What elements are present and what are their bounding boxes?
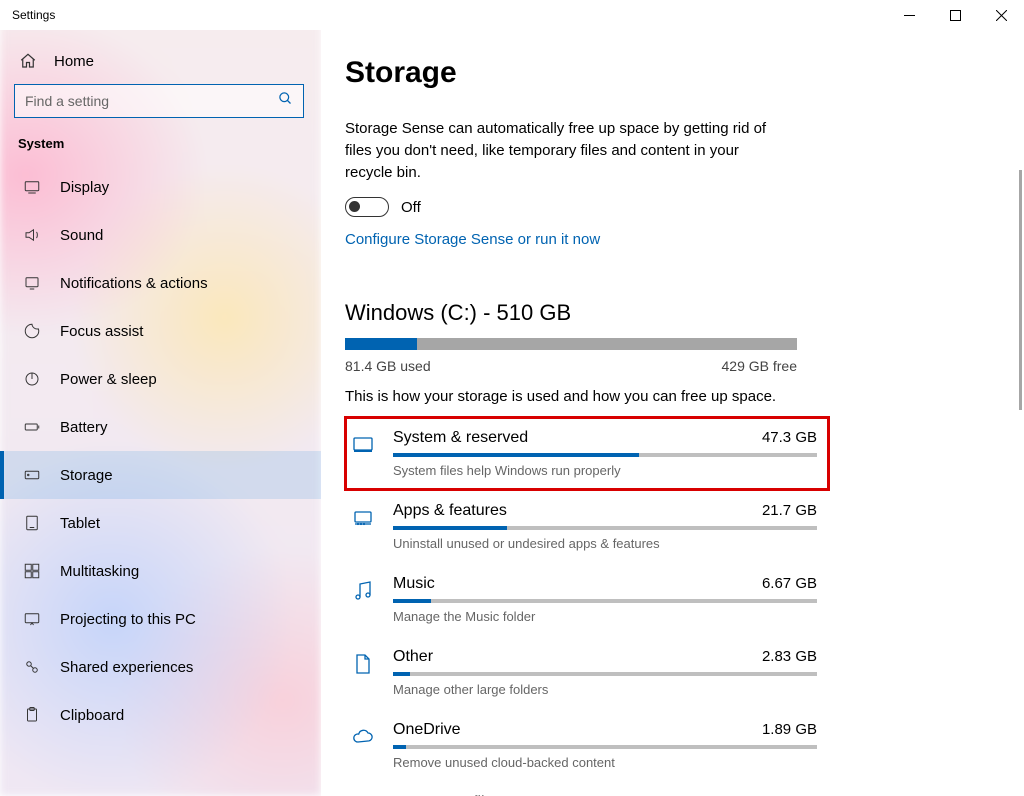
- onedrive-icon: [349, 723, 377, 751]
- drive-usage-bar: [345, 338, 797, 350]
- category-subtitle: Remove unused cloud-backed content: [393, 755, 817, 770]
- category-title: Other: [393, 648, 433, 666]
- category-size: 6.67 GB: [762, 575, 817, 592]
- sidebar-item-sound[interactable]: Sound: [0, 211, 321, 259]
- storage-sense-description: Storage Sense can automatically free up …: [345, 118, 775, 183]
- sidebar-item-label: Storage: [60, 467, 113, 484]
- storage-category-apps-features[interactable]: Apps & features 21.7 GB Uninstall unused o…: [345, 490, 829, 563]
- category-title: OneDrive: [393, 721, 461, 739]
- sidebar-item-projecting[interactable]: Projecting to this PC: [0, 595, 321, 643]
- category-subtitle: Manage other large folders: [393, 682, 817, 697]
- category-size: 1.89 GB: [762, 721, 817, 738]
- sidebar-item-display[interactable]: Display: [0, 163, 321, 211]
- sidebar-item-label: Display: [60, 179, 109, 196]
- clipboard-icon: [22, 705, 42, 725]
- category-title: System & reserved: [393, 429, 528, 447]
- category-bar: [393, 745, 817, 749]
- category-bar: [393, 599, 817, 603]
- drive-breakdown-description: This is how your storage is used and how…: [345, 388, 1024, 405]
- minimize-button[interactable]: [886, 0, 932, 30]
- page-title: Storage: [345, 56, 1024, 90]
- system-icon: [349, 431, 377, 459]
- display-icon: [22, 177, 42, 197]
- sidebar-item-clipboard[interactable]: Clipboard: [0, 691, 321, 739]
- storage-category-music[interactable]: Music 6.67 GB Manage the Music folder: [345, 563, 829, 636]
- storage-category-system-reserved[interactable]: System & reserved 47.3 GB System files hel…: [345, 417, 829, 490]
- sidebar-item-label: Multitasking: [60, 563, 139, 580]
- sidebar-item-storage[interactable]: Storage: [0, 451, 321, 499]
- sidebar-item-multitasking[interactable]: Multitasking: [0, 547, 321, 595]
- sidebar-item-power[interactable]: Power & sleep: [0, 355, 321, 403]
- search-icon: [278, 91, 293, 111]
- home-button[interactable]: Home: [0, 42, 321, 84]
- sidebar-item-label: Shared experiences: [60, 659, 193, 676]
- sidebar-item-label: Focus assist: [60, 323, 143, 340]
- sidebar-section-title: System: [0, 136, 321, 163]
- category-size: 2.83 GB: [762, 648, 817, 665]
- sidebar-item-label: Sound: [60, 227, 103, 244]
- category-subtitle: Manage the Music folder: [393, 609, 817, 624]
- sidebar-item-label: Projecting to this PC: [60, 611, 196, 628]
- search-input[interactable]: [14, 84, 304, 118]
- drive-title: Windows (C:) - 510 GB: [345, 300, 1024, 326]
- storage-icon: [22, 465, 42, 485]
- category-bar: [393, 526, 817, 530]
- category-title: Music: [393, 575, 435, 593]
- shared-icon: [22, 657, 42, 677]
- category-size: 47.3 GB: [762, 429, 817, 446]
- sidebar-item-tablet[interactable]: Tablet: [0, 499, 321, 547]
- tablet-icon: [22, 513, 42, 533]
- sidebar-item-battery[interactable]: Battery: [0, 403, 321, 451]
- sidebar-item-label: Clipboard: [60, 707, 124, 724]
- configure-storage-sense-link[interactable]: Configure Storage Sense or run it now: [345, 231, 600, 248]
- power-icon: [22, 369, 42, 389]
- music-icon: [349, 577, 377, 605]
- storage-category-onedrive[interactable]: OneDrive 1.89 GB Remove unused cloud-backe…: [345, 709, 829, 782]
- category-subtitle: System files help Windows run properly: [393, 463, 817, 478]
- battery-icon: [22, 417, 42, 437]
- notifications-icon: [22, 273, 42, 293]
- sidebar-item-label: Power & sleep: [60, 371, 157, 388]
- close-button[interactable]: [978, 0, 1024, 30]
- sidebar-item-label: Notifications & actions: [60, 275, 208, 292]
- sidebar-item-shared[interactable]: Shared experiences: [0, 643, 321, 691]
- apps-icon: [349, 504, 377, 532]
- search-field[interactable]: [25, 93, 278, 109]
- sidebar-item-label: Tablet: [60, 515, 100, 532]
- drive-free-label: 429 GB free: [722, 358, 798, 374]
- home-label: Home: [54, 53, 94, 70]
- sidebar-item-focus[interactable]: Focus assist: [0, 307, 321, 355]
- category-bar: [393, 672, 817, 676]
- sidebar-item-notifications[interactable]: Notifications & actions: [0, 259, 321, 307]
- focus-icon: [22, 321, 42, 341]
- category-bar: [393, 453, 817, 457]
- projecting-icon: [22, 609, 42, 629]
- other-icon: [349, 650, 377, 678]
- category-subtitle: Uninstall unused or undesired apps & fea…: [393, 536, 817, 551]
- sound-icon: [22, 225, 42, 245]
- category-size: 21.7 GB: [762, 502, 817, 519]
- drive-used-label: 81.4 GB used: [345, 358, 431, 374]
- sidebar-item-label: Battery: [60, 419, 108, 436]
- storage-category-temporary-files[interactable]: Temporary files668 MBChoose which tempor…: [345, 782, 829, 796]
- scrollbar[interactable]: [1019, 170, 1022, 410]
- storage-sense-toggle[interactable]: [345, 197, 389, 217]
- home-icon: [18, 52, 38, 70]
- category-title: Apps & features: [393, 502, 507, 520]
- window-title: Settings: [12, 8, 55, 22]
- maximize-button[interactable]: [932, 0, 978, 30]
- storage-sense-toggle-label: Off: [401, 199, 421, 216]
- multitasking-icon: [22, 561, 42, 581]
- storage-category-other[interactable]: Other 2.83 GB Manage other large folders: [345, 636, 829, 709]
